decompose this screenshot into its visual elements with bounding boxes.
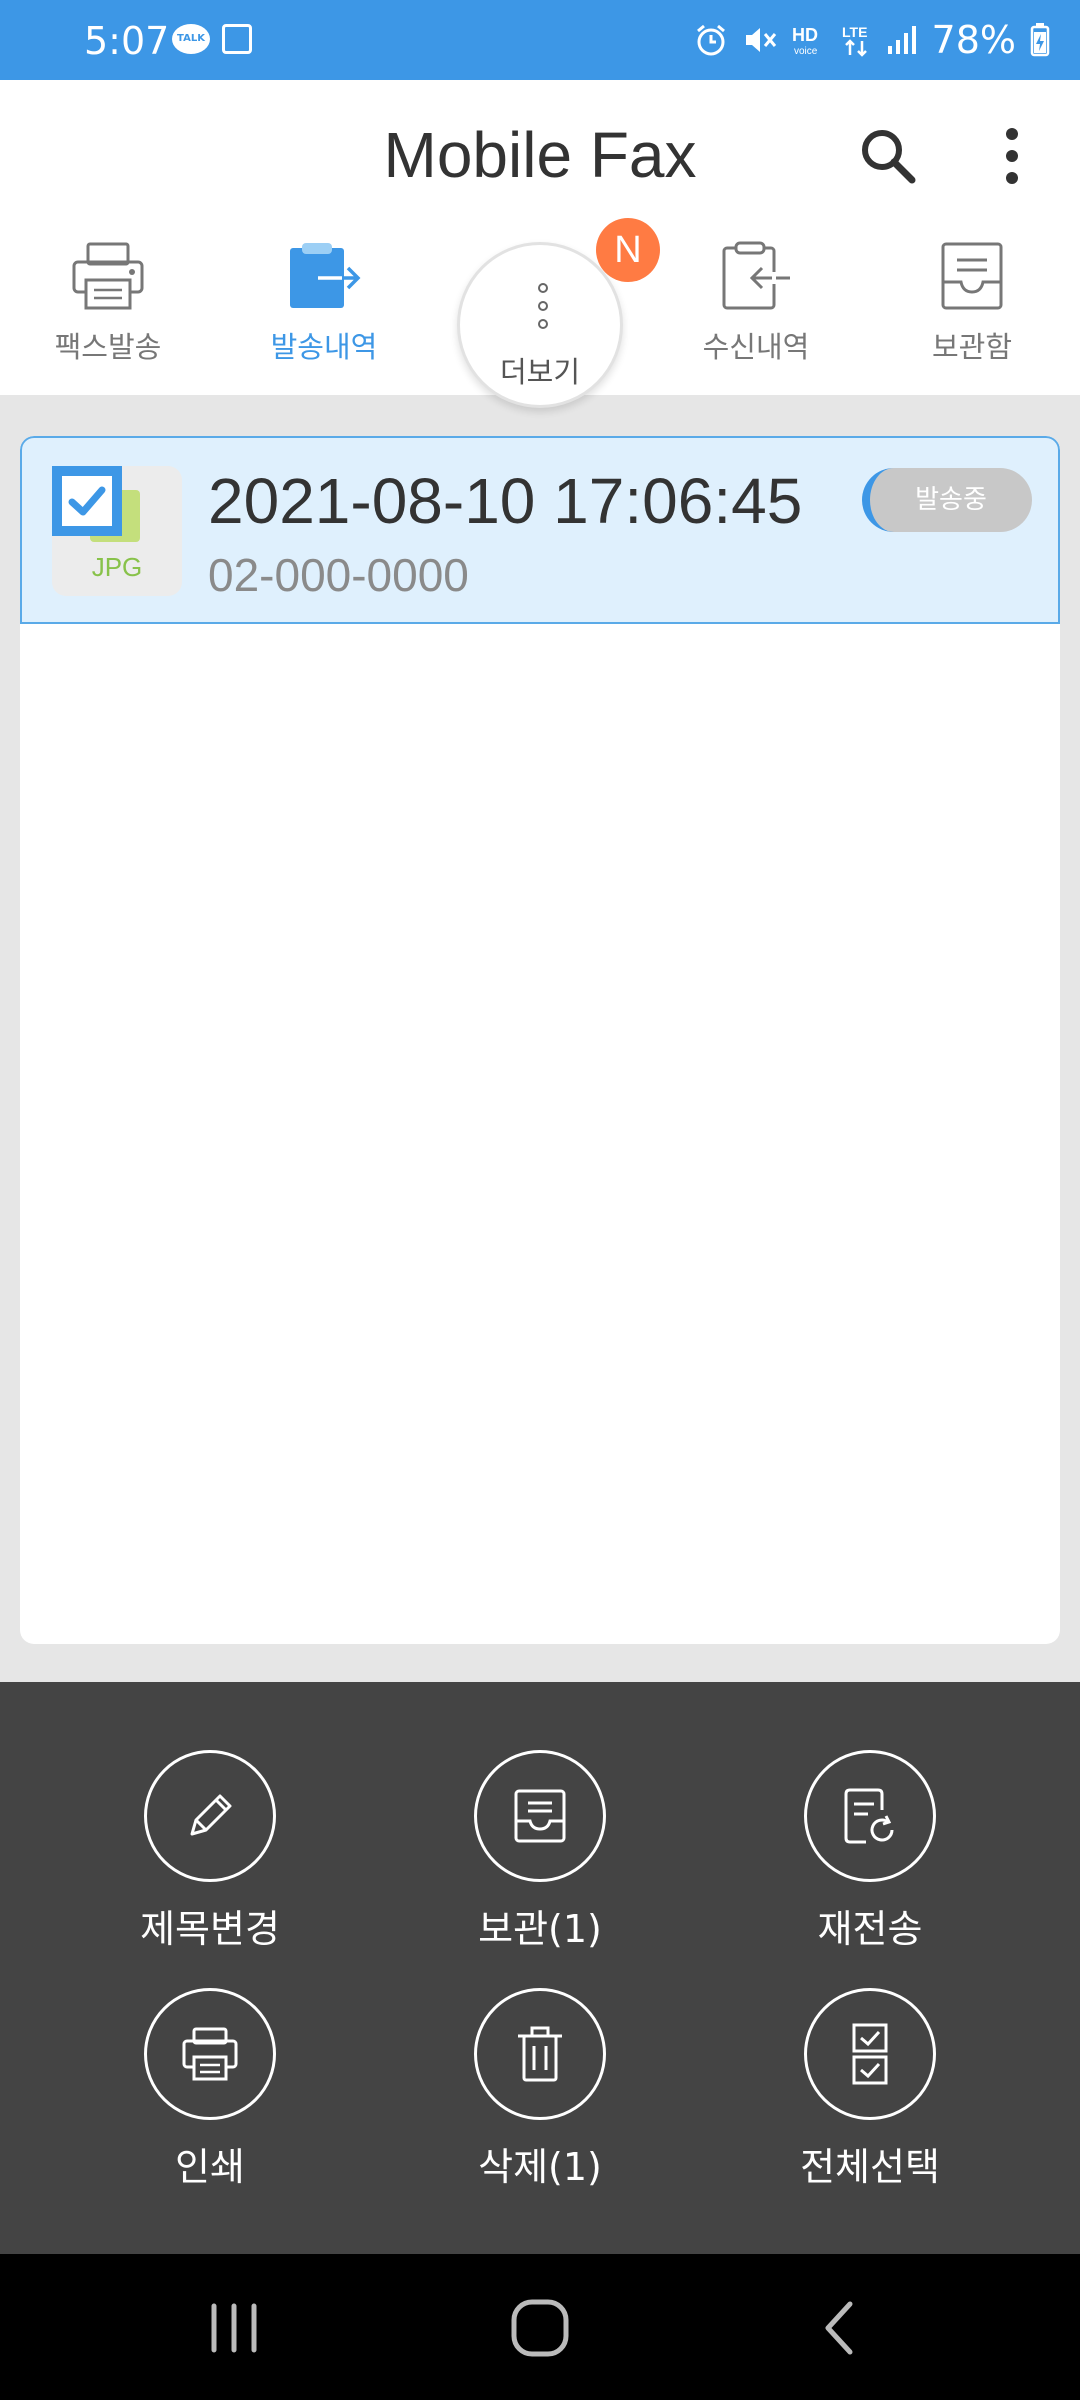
rename-button[interactable]: 제목변경 xyxy=(110,1750,310,1953)
more-vert-icon xyxy=(1006,128,1018,184)
action-label: 제목변경 xyxy=(140,1907,280,1951)
archive-icon xyxy=(514,1789,566,1843)
tab-more[interactable]: 더보기 xyxy=(457,242,623,408)
select-all-button[interactable]: 전체선택 xyxy=(770,1988,970,2191)
tab-archive[interactable]: 보관함 xyxy=(882,240,1062,380)
lte-icon: LTE xyxy=(842,24,867,57)
svg-text:voice: voice xyxy=(794,46,818,57)
list-item[interactable]: JPG 2021-08-10 17:06:45 02-000-0000 발송중 xyxy=(20,436,1060,624)
tab-sent-history[interactable]: 발송내역 xyxy=(234,240,414,380)
trash-icon xyxy=(518,2026,562,2082)
more-dots-icon xyxy=(538,283,548,329)
mute-icon xyxy=(745,28,776,52)
status-time: 5:07 xyxy=(84,19,170,63)
battery-charging-icon xyxy=(1030,23,1050,57)
archive-button[interactable]: 보관(1) xyxy=(440,1750,640,1953)
home-icon xyxy=(511,2299,569,2357)
print-button[interactable]: 인쇄 xyxy=(110,1988,310,2191)
kakaotalk-icon: TALK xyxy=(172,24,210,54)
status-icons: HD voice LTE 78% xyxy=(694,20,1050,60)
new-badge: N xyxy=(596,218,660,282)
search-button[interactable] xyxy=(856,124,920,188)
tab-label: 팩스발송 xyxy=(54,330,162,364)
action-label: 삭제(1) xyxy=(478,2145,602,2189)
system-nav-bar xyxy=(0,2254,1080,2400)
print-icon xyxy=(182,2027,238,2081)
tab-label: 더보기 xyxy=(499,355,581,389)
delete-button[interactable]: 삭제(1) xyxy=(440,1988,640,2191)
signal-icon xyxy=(887,26,916,54)
hd-voice-icon: HDvoice xyxy=(792,25,818,57)
action-sheet: 제목변경 보관(1) 재전송 인쇄 삭제(1) 전체선택 xyxy=(0,1682,1080,2254)
gallery-icon xyxy=(222,24,252,54)
status-badge: 발송중 xyxy=(862,468,1032,532)
svg-text:HD: HD xyxy=(792,25,818,45)
search-icon xyxy=(862,130,916,184)
tab-fax-send[interactable]: 팩스발송 xyxy=(18,240,198,380)
archive-icon xyxy=(941,242,1003,310)
back-icon xyxy=(825,2301,853,2355)
tab-received-history[interactable]: 수신내역 xyxy=(666,240,846,380)
received-icon xyxy=(722,241,790,310)
item-fax-number: 02-000-0000 xyxy=(208,549,469,601)
item-checkbox[interactable] xyxy=(52,466,122,536)
battery-level: 78% xyxy=(931,18,1016,62)
action-label: 전체선택 xyxy=(800,2145,940,2189)
alarm-icon xyxy=(696,24,725,56)
printer-icon xyxy=(72,242,144,310)
resend-button[interactable]: 재전송 xyxy=(770,1750,970,1953)
pencil-icon xyxy=(190,1794,232,1836)
status-bar: 5:07 TALK HD voice LTE 78% xyxy=(0,0,1080,80)
sent-icon xyxy=(290,243,361,308)
tab-label: 발송내역 xyxy=(270,330,378,364)
sent-list: JPG 2021-08-10 17:06:45 02-000-0000 발송중 xyxy=(20,436,1060,1644)
resend-icon xyxy=(844,1788,894,1844)
tab-label: 수신내역 xyxy=(702,330,810,364)
action-label: 보관(1) xyxy=(478,1907,602,1951)
home-button[interactable] xyxy=(500,2298,580,2358)
item-date: 2021-08-10 17:06:45 xyxy=(208,465,803,537)
overflow-menu-button[interactable] xyxy=(990,124,1034,188)
tab-label: 보관함 xyxy=(931,330,1013,364)
select-all-icon xyxy=(852,2023,888,2085)
action-label: 인쇄 xyxy=(175,2145,245,2189)
back-button[interactable] xyxy=(800,2298,880,2358)
check-icon xyxy=(68,486,106,516)
recent-apps-button[interactable] xyxy=(194,2298,274,2358)
action-label: 재전송 xyxy=(817,1907,923,1951)
recent-apps-icon xyxy=(211,2303,257,2353)
file-type: JPG xyxy=(91,552,143,582)
svg-text:LTE: LTE xyxy=(842,24,867,40)
